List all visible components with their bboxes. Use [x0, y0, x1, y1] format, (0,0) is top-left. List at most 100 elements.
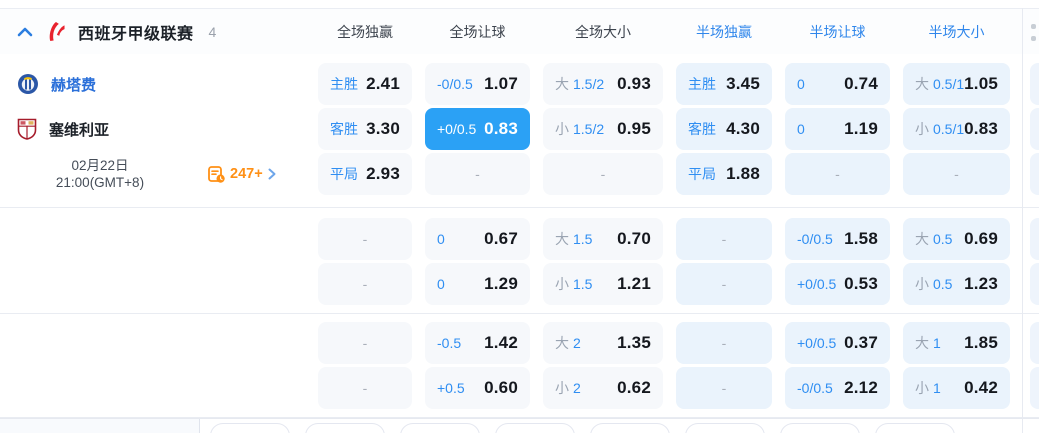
- clipped-next-group-cell: [1030, 153, 1039, 195]
- odds-line-label: 平局: [688, 164, 716, 184]
- odds-cell[interactable]: +0/0.5 0.83: [425, 108, 530, 150]
- odds-handicap-label: 1: [933, 335, 941, 351]
- column-header-full-1: 全场让球: [449, 23, 506, 40]
- home-team-name: 赫塔费: [51, 76, 97, 94]
- market-filter-pill[interactable]: [305, 423, 385, 433]
- odds-row: - +0.5 0.60 小 2 0.62- -0/0.5 2.12 小 1 0.42: [0, 367, 1039, 409]
- over-under-prefix: 大: [555, 231, 569, 247]
- column-header-half-3: 半场独赢: [696, 23, 752, 40]
- odds-line-label: 客胜: [330, 119, 358, 139]
- market-filter-pill[interactable]: [495, 423, 575, 433]
- odds-cell[interactable]: -0.5 1.42: [425, 322, 530, 364]
- market-filter-pill[interactable]: [875, 423, 955, 433]
- odds-value: 0.74: [844, 74, 878, 93]
- odds-cell[interactable]: 0 0.67: [425, 218, 530, 260]
- odds-value: 0.62: [617, 378, 651, 397]
- odds-value: 1.58: [844, 229, 878, 248]
- odds-line-label: 大 0.5/1: [915, 74, 964, 94]
- odds-handicap-label: 0: [797, 76, 805, 92]
- odds-cell-empty: -: [318, 367, 412, 409]
- more-markets-link[interactable]: 247+: [208, 165, 276, 183]
- markets-list-clock-icon: [208, 165, 225, 183]
- collapse-chevron-up-icon[interactable]: [17, 27, 33, 37]
- away-team-name: 塞维利亚: [49, 121, 110, 139]
- odds-cell[interactable]: 大 0.5 0.69: [903, 218, 1010, 260]
- odds-cell[interactable]: -0/0.5 2.12: [785, 367, 890, 409]
- odds-cell[interactable]: 主胜 2.41: [318, 63, 412, 105]
- odds-cell[interactable]: 大 1.5 0.70: [543, 218, 663, 260]
- odds-cell[interactable]: 小 1.5 1.21: [543, 263, 663, 305]
- empty-odds-dash: -: [362, 276, 368, 292]
- odds-line-label: +0/0.5: [437, 121, 476, 137]
- odds-cell[interactable]: 大 0.5/1 1.05: [903, 63, 1010, 105]
- odds-value: 0.42: [964, 378, 998, 397]
- odds-handicap-label: 0.5: [933, 276, 953, 292]
- odds-handicap-label: +0/0.5: [797, 276, 837, 292]
- odds-line-label: 大1: [915, 333, 941, 353]
- odds-cell[interactable]: 小 0.5/1 0.83: [903, 108, 1010, 150]
- market-filter-pill[interactable]: [590, 423, 670, 433]
- odds-cell[interactable]: 主胜 3.45: [676, 63, 772, 105]
- home-team-row[interactable]: 赫塔费: [0, 63, 305, 105]
- empty-odds-dash: -: [362, 380, 368, 396]
- odds-cell[interactable]: 大 1 1.85: [903, 322, 1010, 364]
- odds-cell[interactable]: 大 1.5/2 0.93: [543, 63, 663, 105]
- odds-value: 0.67: [484, 229, 518, 248]
- odds-cell[interactable]: +0/0.5 0.53: [785, 263, 890, 305]
- odds-cell[interactable]: 小 2 0.62: [543, 367, 663, 409]
- odds-line-label: 大 0.5: [915, 229, 952, 249]
- odds-cell[interactable]: +0.5 0.60: [425, 367, 530, 409]
- odds-line-label: -0/0.5: [797, 380, 833, 396]
- odds-value: 4.30: [726, 119, 760, 138]
- odds-cell[interactable]: 平局 1.88: [676, 153, 772, 195]
- odds-cell[interactable]: 客胜 4.30: [676, 108, 772, 150]
- odds-handicap-label: 客胜: [688, 121, 716, 137]
- odds-cell[interactable]: -0/0.5 1.58: [785, 218, 890, 260]
- odds-handicap-label: -0/0.5: [797, 231, 833, 247]
- odds-cell[interactable]: 大 2 1.35: [543, 322, 663, 364]
- odds-handicap-label: 2: [573, 380, 581, 396]
- empty-odds-dash: -: [721, 335, 727, 351]
- filter-strip-left-cell: [0, 419, 200, 433]
- odds-cell[interactable]: 平局 2.93: [318, 153, 412, 195]
- odds-cell[interactable]: -0/0.5 1.07: [425, 63, 530, 105]
- odds-cell[interactable]: 小 1 0.42: [903, 367, 1010, 409]
- clipped-next-header-glyph: [1031, 24, 1036, 29]
- kickoff-time: 02月22日 21:00(GMT+8): [0, 157, 200, 191]
- market-filter-pill[interactable]: [780, 423, 860, 433]
- league-title: 西班牙甲级联赛: [78, 25, 194, 43]
- away-team-row[interactable]: 塞维利亚: [0, 108, 305, 150]
- odds-value: 0.93: [617, 74, 651, 93]
- odds-value: 2.93: [366, 164, 400, 183]
- odds-handicap-label: -0/0.5: [437, 76, 473, 92]
- over-under-prefix: 大: [915, 335, 929, 351]
- odds-line-label: +0/0.5: [797, 335, 836, 351]
- odds-value: 0.60: [484, 378, 518, 397]
- odds-value: 0.37: [844, 333, 878, 352]
- kickoff-hour: 21:00(GMT+8): [55, 175, 145, 190]
- odds-cell[interactable]: 客胜 3.30: [318, 108, 412, 150]
- market-filter-pill[interactable]: [400, 423, 480, 433]
- match-meta-row: 02月22日 21:00(GMT+8) 247+: [0, 153, 305, 195]
- left-column-spacer: [0, 218, 305, 260]
- odds-cell[interactable]: +0/0.5 0.37: [785, 322, 890, 364]
- league-odds-panel: 西班牙甲级联赛 4 全场独赢 全场让球 全场大小 半场独赢 半场让球 半场大小 主胜 2.4…: [0, 0, 1039, 433]
- column-header-full-2: 全场大小: [575, 23, 631, 40]
- sevilla-badge-icon: [17, 118, 37, 140]
- odds-cell[interactable]: 0 1.29: [425, 263, 530, 305]
- odds-cell[interactable]: 小 1.5/2 0.95: [543, 108, 663, 150]
- left-column-spacer: [0, 263, 305, 305]
- empty-odds-dash: -: [721, 276, 727, 292]
- odds-line-label: 平局: [330, 164, 358, 184]
- odds-line-label: 小1: [915, 378, 941, 398]
- odds-cell[interactable]: 0 0.74: [785, 63, 890, 105]
- odds-cell[interactable]: 0 1.19: [785, 108, 890, 150]
- clipped-next-group-cell: [1030, 63, 1039, 105]
- odds-line-label: 0: [797, 76, 805, 92]
- market-filter-pill[interactable]: [210, 423, 290, 433]
- odds-value: 3.30: [366, 119, 400, 138]
- market-filter-pill[interactable]: [685, 423, 765, 433]
- over-under-prefix: 小: [555, 121, 569, 137]
- odds-cell[interactable]: 小 0.5 1.23: [903, 263, 1010, 305]
- odds-value: 2.41: [366, 74, 400, 93]
